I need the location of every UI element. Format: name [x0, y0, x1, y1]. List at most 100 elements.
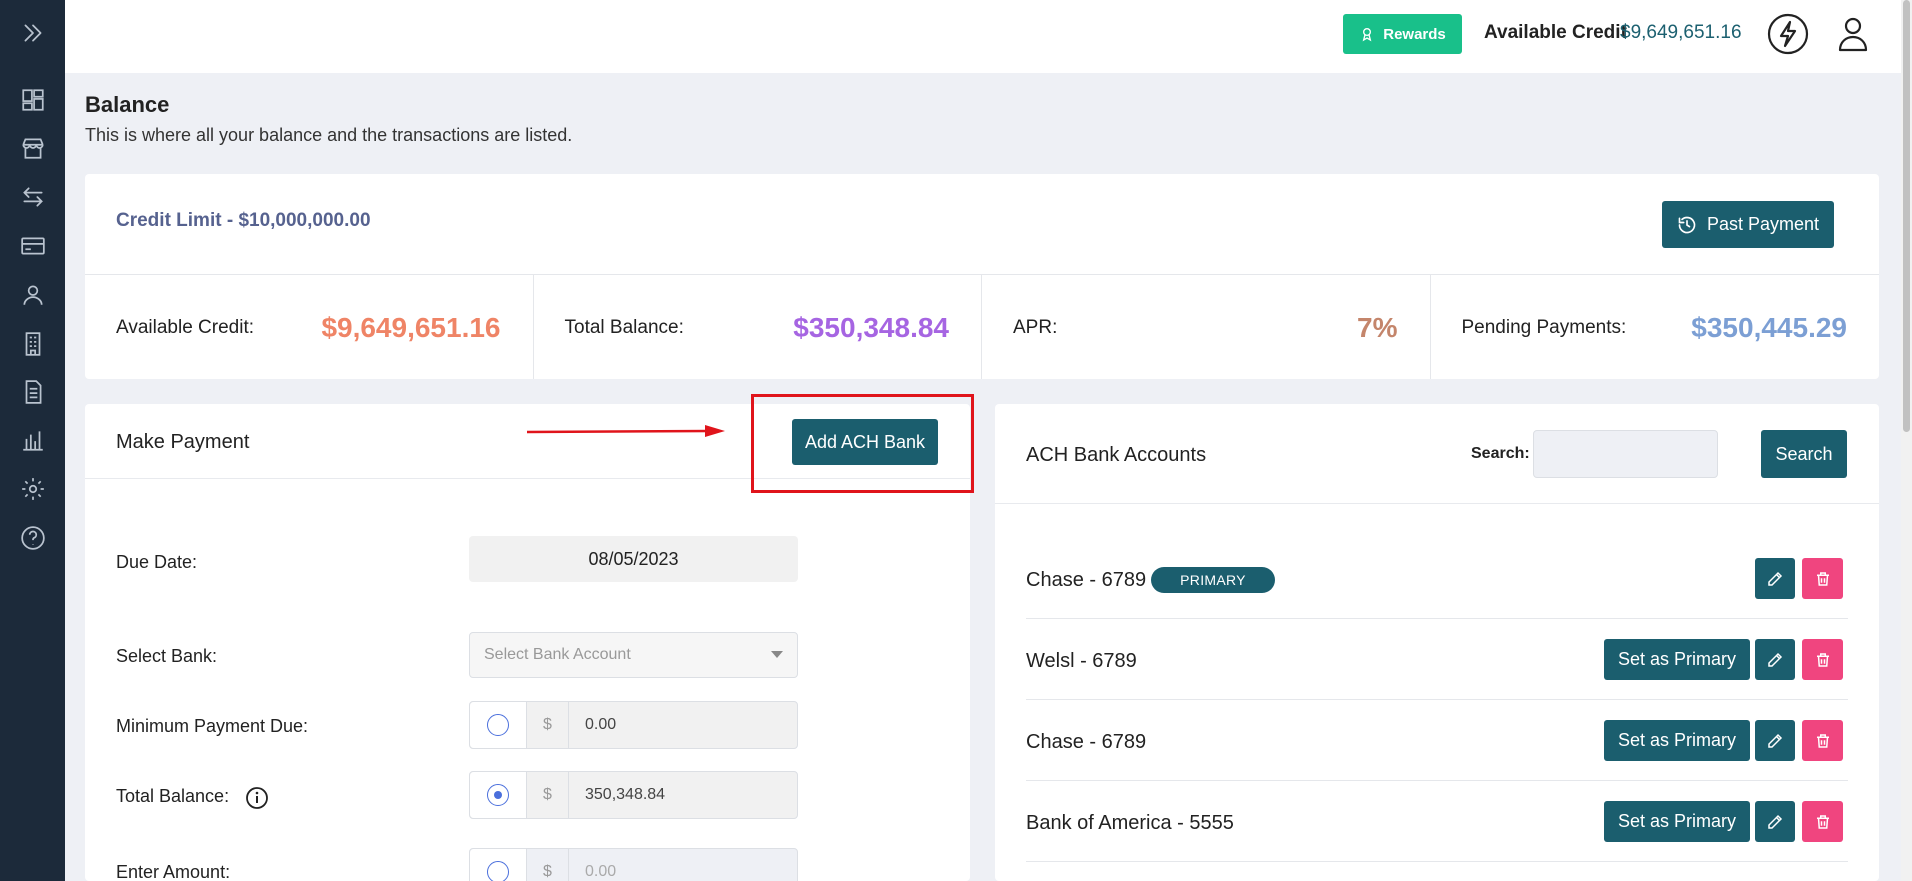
delete-bank-button[interactable]	[1802, 639, 1843, 680]
stat-value: 7%	[1357, 312, 1398, 343]
delete-bank-button[interactable]	[1802, 801, 1843, 842]
min-payment-radio[interactable]	[487, 714, 509, 736]
edit-bank-button[interactable]	[1755, 801, 1795, 842]
card-icon[interactable]	[18, 231, 48, 261]
bank-row: Chase - 6789 Set as Primary	[1026, 701, 1848, 781]
search-label: Search:	[1471, 445, 1530, 462]
edit-icon	[1768, 571, 1783, 586]
enter-amount-radio[interactable]	[487, 861, 509, 881]
sidebar	[0, 0, 65, 881]
bank-name: Chase - 6789	[1026, 569, 1147, 591]
profile-icon[interactable]	[1833, 14, 1873, 54]
total-balance-field: $ 350,348.84	[469, 771, 798, 819]
enter-amount-label: Enter Amount:	[116, 862, 231, 881]
expand-sidebar-icon[interactable]	[18, 18, 48, 48]
total-balance-radio[interactable]	[487, 784, 509, 806]
trash-icon	[1816, 814, 1829, 829]
credit-limit: Credit Limit - $10,000,000.00	[116, 210, 371, 231]
stat-label: Pending Payments:	[1461, 317, 1627, 338]
stat-pending-payments: Pending Payments: $350,445.29	[1431, 275, 1880, 379]
stat-available-credit: Available Credit: $9,649,651.16	[85, 275, 534, 379]
rewards-button[interactable]: Rewards	[1343, 14, 1462, 54]
trash-icon	[1816, 652, 1829, 667]
search-button[interactable]: Search	[1761, 430, 1847, 478]
bank-row: Welsl - 6789 Set as Primary	[1026, 620, 1848, 700]
due-date-label: Due Date:	[116, 552, 198, 572]
stat-value: $350,445.29	[1691, 312, 1847, 343]
document-icon[interactable]	[18, 377, 48, 407]
primary-badge: PRIMARY	[1151, 567, 1275, 593]
help-icon[interactable]	[18, 523, 48, 553]
search-input[interactable]	[1533, 430, 1718, 478]
enter-amount-field: $ 0.00	[469, 848, 798, 881]
stat-apr: APR: 7%	[982, 275, 1431, 379]
ach-header: ACH Bank Accounts Search: Search	[995, 404, 1879, 504]
currency-symbol: $	[527, 849, 569, 881]
edit-bank-button[interactable]	[1755, 720, 1795, 761]
set-as-primary-button[interactable]: Set as Primary	[1604, 639, 1750, 680]
select-bank-label: Select Bank:	[116, 646, 218, 666]
rewards-label: Rewards	[1383, 25, 1446, 43]
currency-symbol: $	[527, 702, 569, 748]
store-icon[interactable]	[18, 133, 48, 163]
edit-icon	[1768, 814, 1783, 829]
ach-bank-accounts-card: ACH Bank Accounts Search: Search Chase -…	[995, 404, 1879, 881]
due-date-field: 08/05/2023	[469, 536, 798, 582]
set-as-primary-button[interactable]: Set as Primary	[1604, 720, 1750, 761]
dashboard-icon[interactable]	[18, 85, 48, 115]
reports-icon[interactable]	[18, 425, 48, 455]
bank-name: Chase - 6789	[1026, 731, 1147, 753]
bank-name: Bank of America - 5555	[1026, 812, 1234, 834]
stat-label: APR:	[1013, 317, 1058, 338]
min-payment-label: Minimum Payment Due:	[116, 716, 309, 736]
bank-name: Welsl - 6789	[1026, 650, 1137, 672]
page-title: Balance	[85, 92, 170, 117]
total-balance-value: 350,348.84	[585, 786, 666, 803]
page-scrollbar[interactable]	[1901, 0, 1912, 881]
credit-summary-card: Credit Limit - $10,000,000.00 Past Payme…	[85, 174, 1879, 379]
ach-title: ACH Bank Accounts	[1026, 444, 1207, 466]
annotation-arrow	[526, 425, 725, 437]
stat-value: $9,649,651.16	[321, 312, 501, 343]
radio-cell	[470, 849, 527, 881]
delete-bank-button[interactable]	[1802, 558, 1843, 599]
total-balance-label: Total Balance:	[116, 786, 230, 806]
min-payment-field: $ 0.00	[469, 701, 798, 749]
available-credit-label: Available Credit	[1484, 22, 1627, 43]
info-icon[interactable]	[245, 786, 269, 810]
user-icon[interactable]	[18, 280, 48, 310]
stat-value: $350,348.84	[793, 312, 949, 343]
lightning-icon[interactable]	[1767, 13, 1809, 55]
building-icon[interactable]	[18, 329, 48, 359]
stat-label: Total Balance:	[564, 317, 684, 338]
annotation-highlight-box	[751, 394, 974, 493]
page-subtitle: This is where all your balance and the t…	[85, 125, 573, 145]
make-payment-title: Make Payment	[116, 431, 250, 453]
bank-row: Bank of America - 5555 Set as Primary	[1026, 782, 1848, 862]
trash-icon	[1816, 571, 1829, 586]
transfer-icon[interactable]	[18, 182, 48, 212]
award-icon	[1362, 28, 1372, 42]
topbar: Rewards Available Credit $9,649,651.16	[65, 0, 1912, 73]
bank-row: Chase - 6789 PRIMARY	[1026, 539, 1848, 619]
edit-bank-button[interactable]	[1755, 639, 1795, 680]
credit-stats-row: Available Credit: $9,649,651.16 Total Ba…	[85, 274, 1879, 379]
set-as-primary-button[interactable]: Set as Primary	[1604, 801, 1750, 842]
currency-symbol: $	[527, 772, 569, 818]
enter-amount-input[interactable]: 0.00	[569, 849, 797, 881]
select-bank-dropdown[interactable]: Select Bank Account	[469, 632, 798, 678]
stat-total-balance: Total Balance: $350,348.84	[534, 275, 982, 379]
available-credit-value: $9,649,651.16	[1620, 22, 1742, 43]
past-payment-button[interactable]: Past Payment	[1662, 201, 1834, 248]
caret-down-icon	[771, 651, 783, 658]
edit-icon	[1768, 733, 1783, 748]
settings-icon[interactable]	[18, 474, 48, 504]
history-icon	[1678, 216, 1696, 233]
delete-bank-button[interactable]	[1802, 720, 1843, 761]
radio-cell	[470, 702, 527, 748]
scrollbar-thumb[interactable]	[1903, 0, 1910, 432]
stat-label: Available Credit:	[116, 317, 255, 338]
edit-bank-button[interactable]	[1755, 558, 1795, 599]
min-payment-value: 0.00	[585, 716, 617, 733]
past-payment-label: Past Payment	[1706, 214, 1820, 234]
